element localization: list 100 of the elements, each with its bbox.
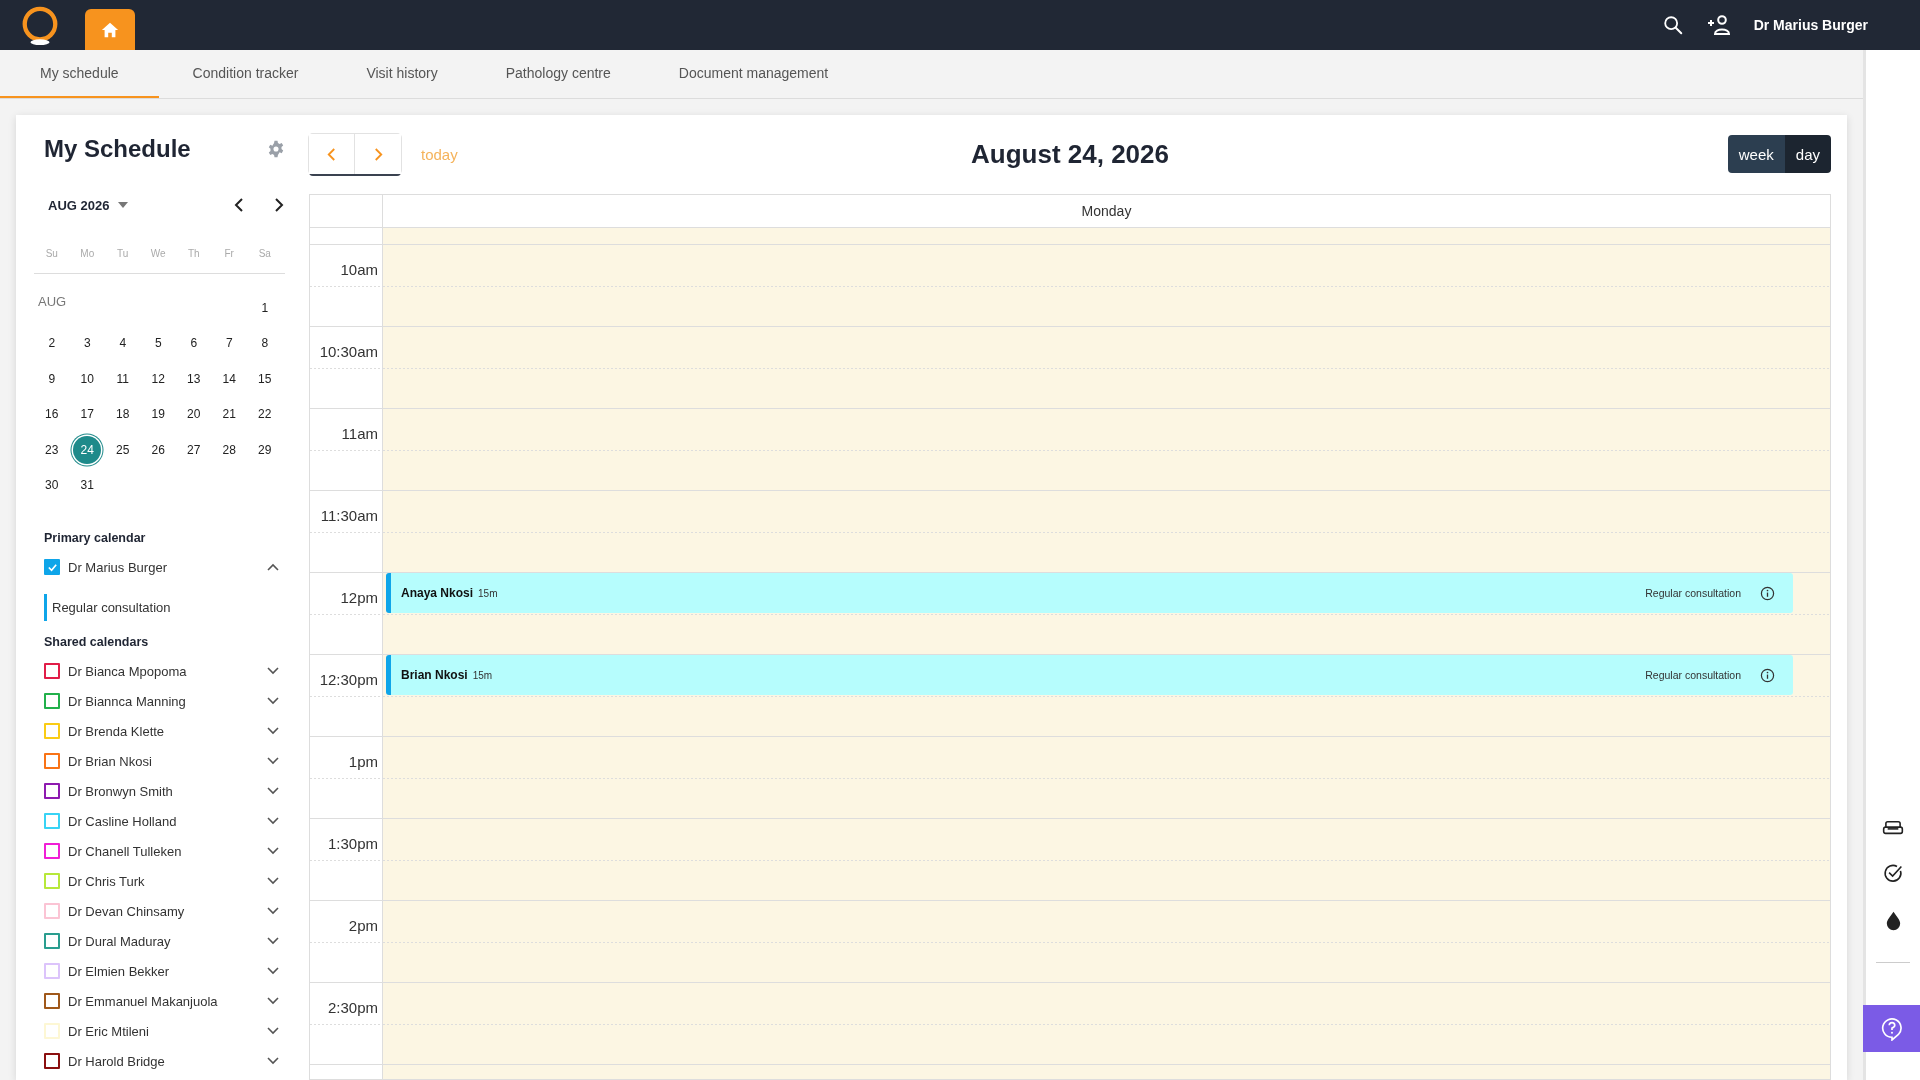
calendar-day[interactable]: 8 [250, 329, 279, 358]
previous-month-icon[interactable] [233, 197, 245, 213]
checkbox[interactable] [44, 663, 60, 679]
calendar-day[interactable]: 29 [250, 435, 279, 464]
calendar-day[interactable]: 11 [108, 364, 137, 393]
chevron-left-icon [326, 146, 337, 162]
calendar-day[interactable]: 10 [73, 364, 102, 393]
calendar-name: Dr Dural Maduray [68, 933, 172, 949]
calendar-day[interactable]: 25 [108, 435, 137, 464]
chevron-icon[interactable] [267, 667, 279, 675]
chevron-icon[interactable] [267, 967, 279, 975]
next-month-icon[interactable] [273, 197, 285, 213]
time-label: 1pm [347, 752, 379, 770]
appointment-type: Regular consultation [1645, 669, 1741, 681]
calendar-day[interactable]: 6 [179, 329, 208, 358]
chevron-icon[interactable] [267, 1057, 279, 1065]
calendar-day[interactable]: 5 [144, 329, 173, 358]
tab[interactable]: Pathology centre [471, 50, 645, 98]
add-user-icon[interactable] [1705, 14, 1732, 36]
calendar-day[interactable]: 23 [37, 435, 66, 464]
tab[interactable]: Visit history [332, 50, 472, 98]
appointment[interactable]: Brian Nkosi 15m Regular consultation [386, 655, 1793, 695]
search-icon[interactable] [1661, 14, 1684, 36]
time-label: 11:30am [319, 506, 379, 524]
chevron-icon[interactable] [267, 787, 279, 795]
calendar-day[interactable]: 22 [250, 400, 279, 429]
calendar-day[interactable]: 1 [250, 293, 279, 322]
chevron-icon[interactable] [267, 937, 279, 945]
checkbox[interactable] [44, 843, 60, 859]
weekday-label: Th [186, 247, 201, 259]
checkbox[interactable] [44, 693, 60, 709]
user-name[interactable]: Dr Marius Burger [1753, 17, 1868, 33]
tab[interactable]: Condition tracker [158, 50, 333, 98]
checkbox[interactable] [44, 559, 60, 575]
calendar-day[interactable]: 4 [108, 329, 137, 358]
drop-icon[interactable] [1884, 911, 1902, 931]
calendar-day[interactable]: 7 [215, 329, 244, 358]
checkbox[interactable] [44, 813, 60, 829]
chevron-icon[interactable] [267, 817, 279, 825]
chevron-icon[interactable] [267, 757, 279, 765]
info-icon[interactable] [1760, 667, 1775, 683]
calendar-day[interactable]: 14 [215, 364, 244, 393]
calendar-day[interactable]: 13 [179, 364, 208, 393]
chevron-right-icon [372, 146, 384, 162]
chevron-icon[interactable] [267, 997, 279, 1005]
calendar-day[interactable]: 18 [108, 400, 137, 429]
checkbox[interactable] [44, 993, 60, 1009]
calendar-day[interactable]: 20 [179, 400, 208, 429]
calendar-day[interactable]: 3 [73, 329, 102, 358]
checkbox[interactable] [44, 753, 60, 769]
calendar-day[interactable]: 9 [37, 364, 66, 393]
chevron-icon[interactable] [267, 907, 279, 915]
tab[interactable]: My schedule [0, 50, 159, 98]
checkbox[interactable] [44, 933, 60, 949]
tab[interactable]: Document management [644, 50, 863, 98]
weekday-label: Tu [116, 247, 130, 259]
calendar-day[interactable]: 21 [215, 400, 244, 429]
chevron-icon[interactable] [267, 877, 279, 885]
time-label: 12:30pm [318, 670, 379, 688]
calendar-day[interactable]: 15 [250, 364, 279, 393]
calendar-day[interactable]: 2 [37, 329, 66, 358]
calendar-day[interactable]: 16 [37, 400, 66, 429]
calendar-name: Dr Brian Nkosi [68, 753, 153, 769]
calendar-name: Dr Elmien Bekker [68, 963, 171, 979]
calendar-day[interactable]: 31 [73, 471, 102, 500]
month-label: AUG [37, 294, 68, 309]
calendar-day[interactable]: 27 [179, 435, 208, 464]
calendar-name: Dr Chris Turk [68, 873, 146, 889]
calendar-day[interactable]: 30 [37, 471, 66, 500]
check-circle-icon[interactable] [1882, 863, 1904, 884]
time-slot[interactable]: Brian Nkosi 15m Regular consultation [383, 655, 1830, 736]
time-label: 2pm [347, 916, 379, 934]
view-toggle[interactable]: day [1784, 135, 1831, 173]
weekday-label: Mo [79, 247, 96, 259]
calendar-day[interactable]: 19 [144, 400, 173, 429]
calendar-day[interactable]: 24 [73, 435, 102, 464]
sofa-icon[interactable] [1882, 820, 1904, 836]
settings-icon[interactable] [267, 140, 285, 158]
chevron-icon[interactable] [267, 563, 279, 571]
calendar-name: Dr Bianca Mpopoma [68, 663, 188, 679]
appointment[interactable]: Anaya Nkosi 15m Regular consultation [386, 573, 1793, 613]
patient-name: Brian Nkosi [401, 668, 468, 682]
checkbox[interactable] [44, 783, 60, 799]
time-slot[interactable]: Anaya Nkosi 15m Regular consultation [383, 573, 1830, 654]
calendar-name: Dr Bronwyn Smith [68, 783, 174, 799]
chevron-icon[interactable] [267, 697, 279, 705]
calendar-day[interactable]: 26 [144, 435, 173, 464]
calendar-name: Dr Casline Holland [68, 813, 178, 829]
checkbox[interactable] [44, 1053, 60, 1069]
calendar-day[interactable]: 28 [215, 435, 244, 464]
help-button[interactable] [1863, 1005, 1920, 1052]
chevron-icon[interactable] [267, 1027, 279, 1035]
calendar-day[interactable]: 12 [144, 364, 173, 393]
chevron-icon[interactable] [267, 727, 279, 735]
month-dropdown[interactable]: AUG 2026 [44, 197, 129, 213]
calendar-day[interactable]: 17 [73, 400, 102, 429]
info-icon[interactable] [1760, 585, 1775, 601]
chevron-icon[interactable] [267, 847, 279, 855]
view-toggle[interactable]: week [1727, 135, 1785, 173]
check-icon [46, 561, 58, 573]
